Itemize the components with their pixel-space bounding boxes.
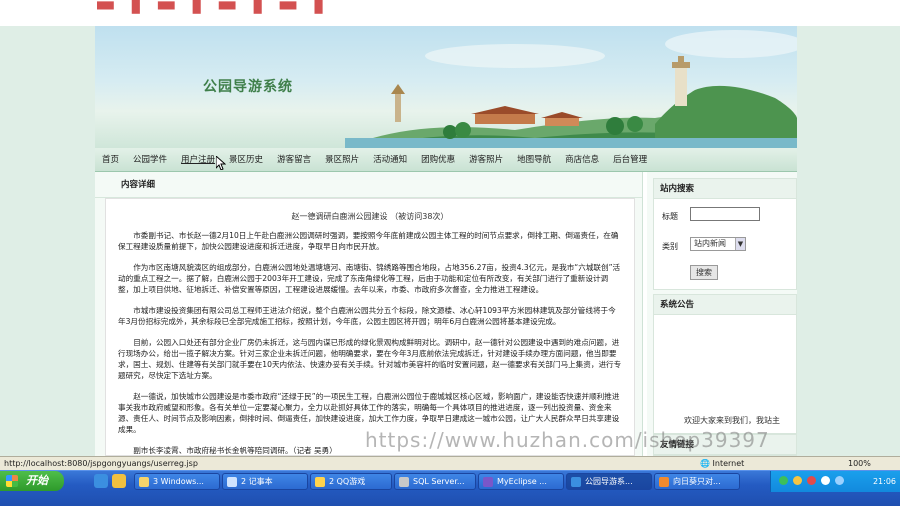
article-views: （被访问38次） — [390, 212, 449, 221]
search-box: 站内搜索 标题 类别 站内新闻 ▼ 搜索 — [653, 178, 797, 290]
category-label: 类别 — [662, 242, 678, 251]
content-column: 内容详细 赵一德调研白鹿洲公园建设 （被访问38次） 市委副书记、市长赵一德2月… — [95, 172, 643, 456]
content-section-header: 内容详细 — [95, 172, 642, 198]
folder-icon — [139, 477, 149, 487]
nav-park-news[interactable]: 公园学件 — [126, 148, 174, 172]
windows-taskbar: 开始 3 Windows... 2 记事本 2 QQ游戏 SQL Server.… — [0, 470, 900, 506]
qq-tray-icon[interactable] — [793, 476, 802, 485]
qq-icon — [315, 477, 325, 487]
nav-home[interactable]: 首页 — [95, 148, 126, 172]
nav-history[interactable]: 景区历史 — [222, 148, 270, 172]
task-myeclipse[interactable]: MyEclipse ... — [478, 473, 564, 490]
network-icon[interactable] — [779, 476, 788, 485]
eclipse-icon — [483, 477, 493, 487]
article-title: 赵一德调研白鹿洲公园建设 — [291, 212, 388, 221]
clock: 21:06 — [872, 477, 896, 486]
task-sql-server[interactable]: SQL Server... — [394, 473, 476, 490]
browser-page: ▬▮▬▮▬▮▬▮ 公园导游系统 首页 公园学件 用户注册 景区历史 游客留言 景… — [0, 0, 900, 506]
nav-register[interactable]: 用户注册 — [174, 148, 222, 172]
nav-group-deals[interactable]: 团购优惠 — [414, 148, 462, 172]
status-url: http://localhost:8080/jspgongyuangs/user… — [4, 459, 198, 468]
title-label: 标题 — [662, 212, 678, 221]
main-content: 内容详细 赵一德调研白鹿洲公园建设 （被访问38次） 市委副书记、市长赵一德2月… — [95, 172, 797, 456]
notice-text: 欢迎大家来到我们，我站主 — [684, 416, 780, 425]
mouse-cursor-icon — [216, 156, 226, 170]
nav-scenic-photos[interactable]: 景区照片 — [318, 148, 366, 172]
right-margin — [797, 26, 900, 456]
system-tray: 21:06 — [770, 471, 900, 492]
top-strip: ▬▮▬▮▬▮▬▮ — [0, 0, 900, 26]
article-paragraph: 市城市建设投资集团有限公司总工程师王进法介绍说，整个白鹿洲公园共分五个标段，除文… — [118, 306, 616, 326]
article-paragraph: 市委副书记、市长赵一德2月10日上午赴白鹿洲公园调研时强调，要按照今年底前建成公… — [118, 231, 619, 251]
start-label: 开始 — [26, 474, 48, 487]
ghost-header-text: ▬▮▬▮▬▮▬▮ — [95, 0, 339, 17]
ie-icon — [571, 477, 581, 487]
database-icon — [399, 477, 409, 487]
site-banner: 公园导游系统 — [95, 26, 797, 148]
antivirus-icon[interactable] — [807, 476, 816, 485]
category-value: 站内新闻 — [694, 239, 726, 248]
nav-map[interactable]: 地图导航 — [510, 148, 558, 172]
sunflower-icon — [659, 477, 669, 487]
zoom-level[interactable]: 100% — [848, 457, 871, 470]
ie-quicklaunch-icon[interactable] — [94, 474, 108, 488]
title-input[interactable] — [690, 207, 760, 221]
start-button[interactable]: 开始 — [0, 471, 64, 491]
chevron-down-icon[interactable]: ▼ — [735, 238, 745, 250]
nav-visitor-photos[interactable]: 游客照片 — [462, 148, 510, 172]
task-windows-explorer[interactable]: 3 Windows... — [134, 473, 220, 490]
input-method-icon[interactable] — [835, 476, 844, 485]
article-panel: 赵一德调研白鹿洲公园建设 （被访问38次） 市委副书记、市长赵一德2月10日上午… — [105, 198, 635, 456]
search-button[interactable]: 搜索 — [690, 265, 718, 280]
volume-icon[interactable] — [821, 476, 830, 485]
windows-logo-icon — [6, 475, 18, 487]
task-qq-games[interactable]: 2 QQ游戏 — [310, 473, 392, 490]
nav-events[interactable]: 活动通知 — [366, 148, 414, 172]
nav-admin[interactable]: 后台管理 — [606, 148, 654, 172]
left-margin — [0, 26, 95, 456]
zone-label: Internet — [712, 459, 745, 468]
site-title: 公园导游系统 — [203, 79, 293, 95]
banner-scenery — [345, 30, 797, 148]
nav-shops[interactable]: 商店信息 — [558, 148, 606, 172]
article-title-line: 赵一德调研白鹿洲公园建设 （被访问38次） — [106, 211, 634, 222]
notepad-icon — [227, 477, 237, 487]
notice-box: 系统公告 欢迎大家来到我们，我站主 — [653, 294, 797, 434]
security-zone: 🌐 Internet — [700, 459, 745, 468]
notice-header: 系统公告 — [654, 295, 796, 315]
folder-quicklaunch-icon[interactable] — [112, 474, 126, 488]
category-select[interactable]: 站内新闻 ▼ — [690, 237, 746, 251]
task-sunflower[interactable]: 向日葵只对... — [654, 473, 740, 490]
task-notepad[interactable]: 2 记事本 — [222, 473, 308, 490]
nav-guestbook[interactable]: 游客留言 — [270, 148, 318, 172]
article-paragraph: 作为市区南塘风貌演区的组成部分，白鹿洲公园地处温塘塘河、南塘街、锦绣路等围合地段… — [118, 263, 621, 294]
watermark: https://www.huzhan.com/ishop39397 — [365, 428, 770, 452]
article-paragraph: 目前，公园入口处还有部分企业厂房仍未拆迁，这与园内谋已形成的绿化景观构成鲜明对比… — [118, 338, 622, 380]
browser-status-bar: http://localhost:8080/jspgongyuangs/user… — [0, 456, 900, 470]
task-park-guide-browser[interactable]: 公园导游系... — [566, 473, 652, 490]
search-header: 站内搜索 — [654, 179, 796, 199]
main-nav: 首页 公园学件 用户注册 景区历史 游客留言 景区照片 活动通知 团购优惠 游客… — [95, 148, 797, 172]
right-sidebar: 站内搜索 标题 类别 站内新闻 ▼ 搜索 系统公告 欢迎大家来到我们，我站主 友… — [647, 172, 797, 456]
